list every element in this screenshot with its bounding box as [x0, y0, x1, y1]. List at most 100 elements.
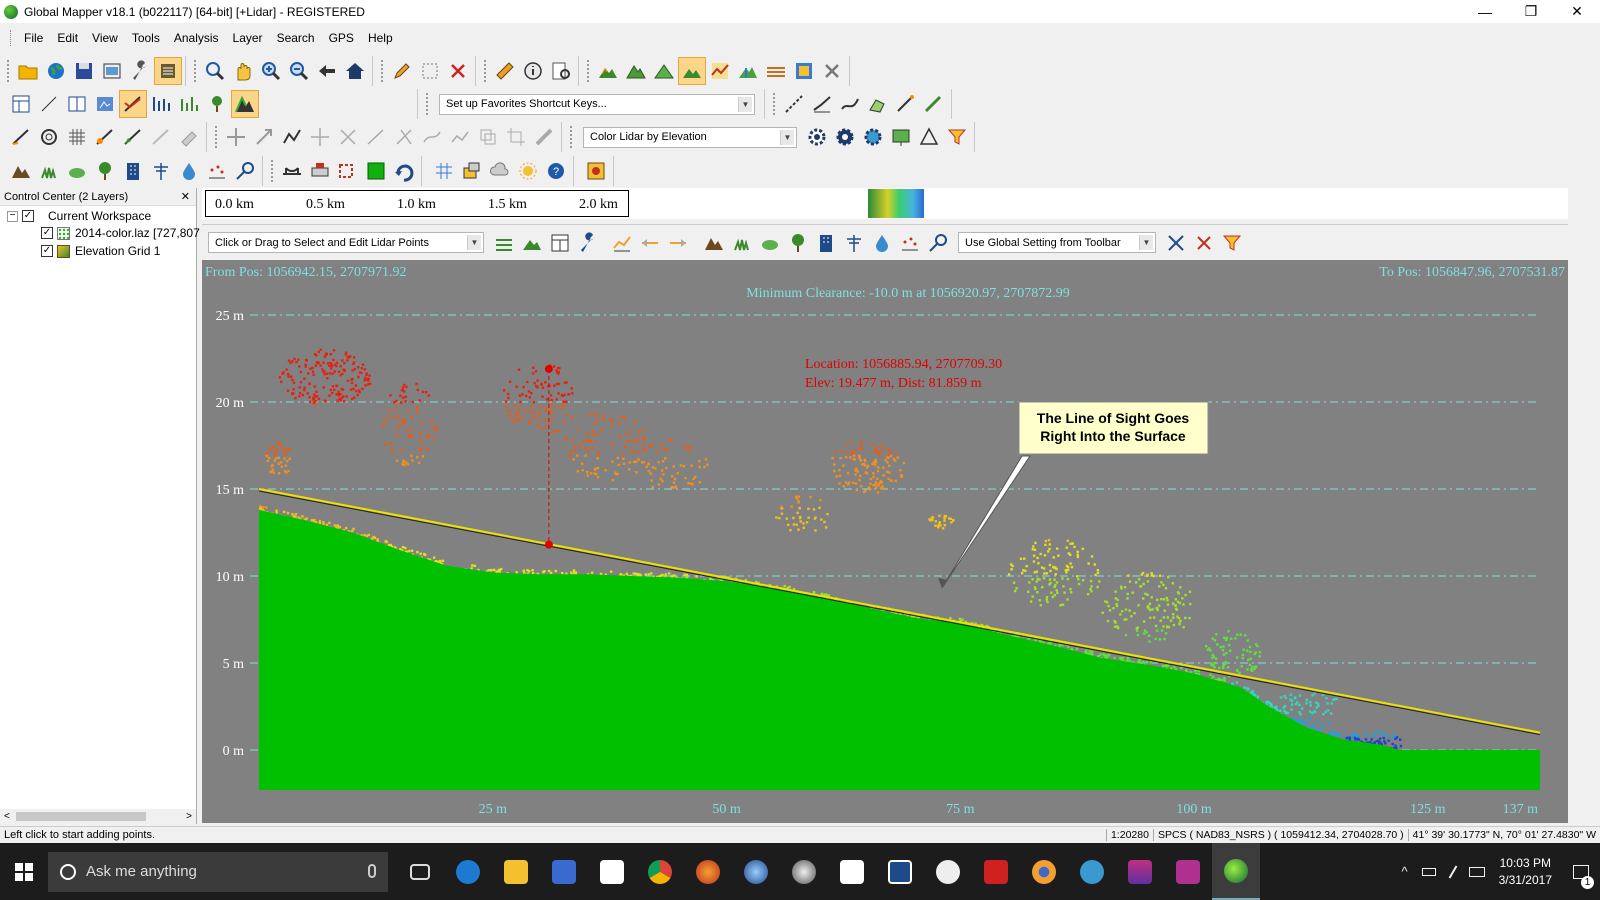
layer-checkbox[interactable]: ✓ — [41, 227, 53, 239]
print-icon[interactable] — [98, 57, 126, 85]
draw-line-icon[interactable] — [780, 90, 808, 118]
minimize-button[interactable]: — — [1462, 0, 1508, 23]
scale-icon[interactable] — [250, 123, 278, 151]
create-grid-icon[interactable] — [63, 123, 91, 151]
green-square-icon[interactable] — [362, 157, 390, 185]
draw-edit-icon[interactable] — [920, 90, 948, 118]
microphone-icon[interactable] — [368, 863, 376, 878]
water-class-icon[interactable] — [868, 229, 896, 257]
crop-icon[interactable] — [502, 123, 530, 151]
class-setting-combo[interactable]: Use Global Setting from Toolbar ▼ — [958, 232, 1156, 253]
model-key-class-icon[interactable] — [924, 229, 952, 257]
power-line-icon[interactable] — [147, 157, 175, 185]
terrain-class-icon[interactable] — [7, 157, 35, 185]
menu-file[interactable]: File — [17, 31, 50, 45]
profile-chart[interactable]: From Pos: 1056942.15, 2707971.92 To Pos:… — [202, 260, 1568, 823]
edge-app[interactable] — [444, 843, 492, 900]
menu-search[interactable]: Search — [270, 31, 322, 45]
toolbar-grip[interactable] — [587, 60, 591, 82]
remote-desktop-app[interactable] — [540, 843, 588, 900]
create-point-icon[interactable] — [91, 123, 119, 151]
draw-feature-icon[interactable] — [892, 90, 920, 118]
save-icon[interactable] — [70, 57, 98, 85]
lidar-tree-icon[interactable] — [203, 90, 231, 118]
draw-area-icon[interactable] — [864, 90, 892, 118]
eye-app[interactable] — [1020, 843, 1068, 900]
pan-hand-icon[interactable] — [229, 57, 257, 85]
lidar-settings-gear-icon[interactable] — [859, 123, 887, 151]
copy-icon[interactable] — [474, 123, 502, 151]
globe-icon[interactable] — [42, 57, 70, 85]
pen-icon[interactable] — [1441, 864, 1465, 879]
toolbar-grip[interactable] — [215, 126, 219, 148]
contour-icon[interactable] — [706, 57, 734, 85]
terrain-icon[interactable] — [622, 57, 650, 85]
globe-app[interactable] — [732, 843, 780, 900]
create-area-icon[interactable] — [119, 123, 147, 151]
simplify-icon[interactable] — [446, 123, 474, 151]
task-view-button[interactable] — [396, 843, 444, 900]
create-circle-icon[interactable] — [35, 123, 63, 151]
tree-layer-elevation[interactable]: ✓ Elevation Grid 1 — [41, 244, 160, 258]
vegetation-medium-icon[interactable] — [63, 157, 91, 185]
pipeline-icon[interactable] — [306, 157, 334, 185]
select-rectangle-icon[interactable] — [416, 57, 444, 85]
toolbar-grip[interactable] — [381, 60, 385, 82]
create-line-icon[interactable] — [7, 123, 35, 151]
file-explorer-app[interactable] — [492, 843, 540, 900]
triangle-icon[interactable] — [915, 123, 943, 151]
menu-help[interactable]: Help — [361, 31, 400, 45]
filter-funnel-icon[interactable] — [943, 123, 971, 151]
grid-snap-icon[interactable] — [430, 157, 458, 185]
selected-point-marker[interactable] — [544, 364, 553, 373]
profile-grid-icon[interactable] — [490, 229, 518, 257]
reshape-icon[interactable] — [278, 123, 306, 151]
toolbar-grip[interactable] — [7, 60, 11, 82]
sun-icon[interactable] — [514, 157, 542, 185]
toolbar-grip[interactable] — [773, 93, 777, 115]
profile-panel-icon[interactable] — [546, 229, 574, 257]
home-icon[interactable] — [341, 57, 369, 85]
selected-point-ground-marker[interactable] — [544, 540, 553, 549]
raster-calc-icon[interactable] — [790, 57, 818, 85]
bridge-icon[interactable] — [278, 157, 306, 185]
menu-edit[interactable]: Edit — [50, 31, 85, 45]
water-icon[interactable] — [175, 157, 203, 185]
edit-vertex-icon[interactable] — [147, 123, 175, 151]
toolbar-grip[interactable] — [570, 126, 574, 148]
ie-app[interactable] — [1068, 843, 1116, 900]
store-app[interactable] — [828, 843, 876, 900]
tray-overflow-chevron-icon[interactable]: ^ — [1393, 864, 1417, 879]
compass-app[interactable] — [924, 843, 972, 900]
stack-app[interactable] — [1116, 843, 1164, 900]
path-profile-plot[interactable]: From Pos: 1056942.15, 2707971.92 To Pos:… — [202, 260, 1568, 823]
layout-icon[interactable] — [7, 90, 35, 118]
toolbar-grip[interactable] — [426, 93, 430, 115]
menu-layer[interactable]: Layer — [226, 31, 270, 45]
feature-info-icon[interactable] — [519, 57, 547, 85]
ground-class-icon[interactable] — [700, 229, 728, 257]
tree-layer-lidar[interactable]: ✓ 2014-color.laz [727,807 — [41, 226, 200, 240]
menu-analysis[interactable]: Analysis — [167, 31, 226, 45]
elevation-icon[interactable] — [594, 57, 622, 85]
menubar-grip[interactable] — [10, 30, 13, 46]
toolbar-grip[interactable] — [484, 60, 488, 82]
connect-icon[interactable] — [362, 123, 390, 151]
battery-icon[interactable] — [1417, 867, 1441, 876]
move-icon[interactable] — [222, 123, 250, 151]
power-class-icon[interactable] — [840, 229, 868, 257]
rotate-icon[interactable] — [390, 157, 418, 185]
split-icon[interactable] — [334, 123, 362, 151]
profile-tools-icon[interactable] — [1162, 229, 1190, 257]
path-profile-icon[interactable] — [547, 57, 575, 85]
configure-wrench-icon[interactable] — [126, 57, 154, 85]
control-center-close-button[interactable]: ✕ — [181, 190, 190, 203]
digitizer-pencil-icon[interactable] — [388, 57, 416, 85]
cortana-search-box[interactable]: Ask me anything — [48, 851, 388, 892]
weather-icon[interactable] — [486, 157, 514, 185]
profile-back-icon[interactable] — [636, 229, 664, 257]
layers-icon[interactable] — [458, 157, 486, 185]
profile-forward-icon[interactable] — [664, 229, 692, 257]
menu-tools[interactable]: Tools — [125, 31, 167, 45]
toolbar-grip[interactable] — [194, 60, 198, 82]
